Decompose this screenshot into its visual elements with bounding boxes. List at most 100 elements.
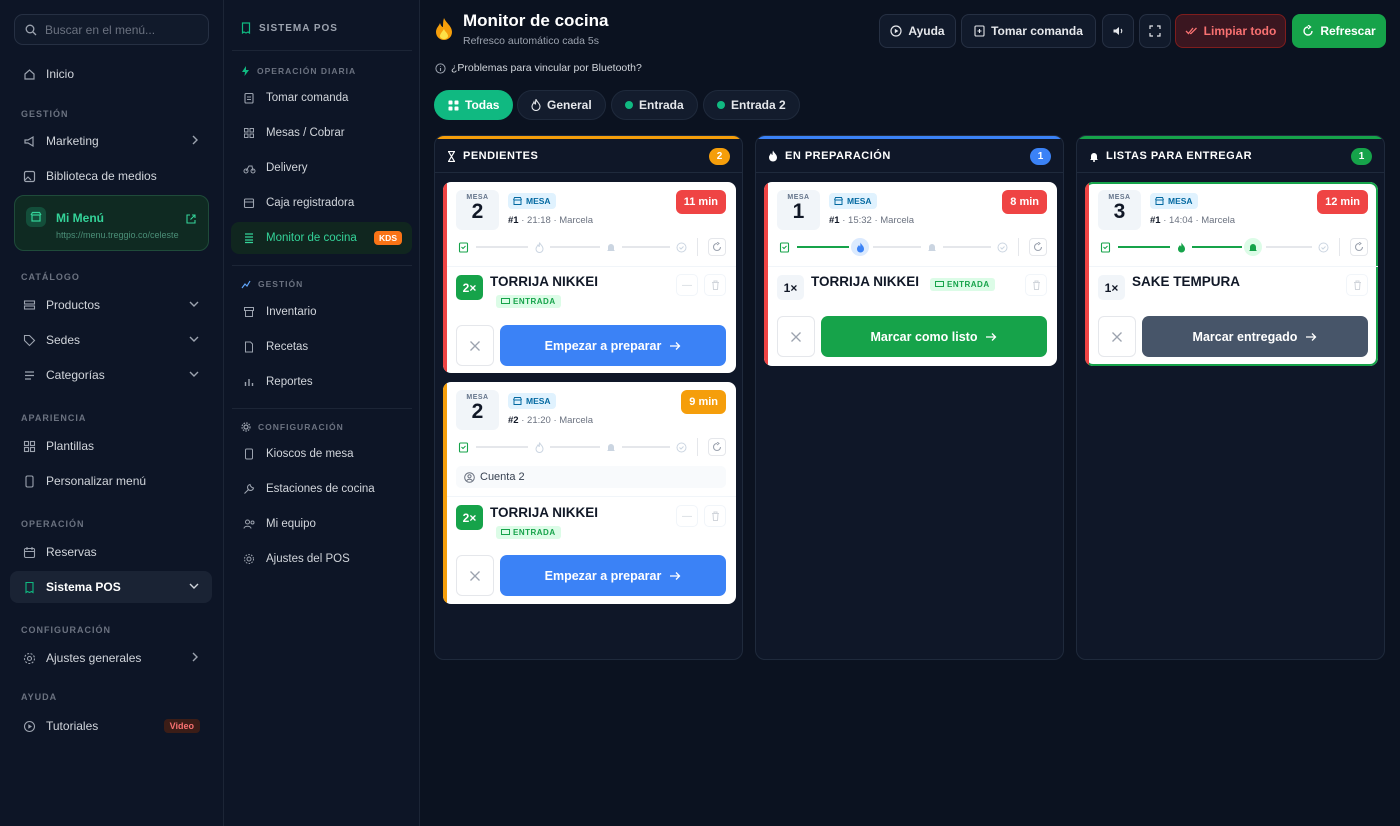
- filter-entrada-2[interactable]: Entrada 2: [703, 90, 800, 120]
- close-icon: [1112, 331, 1122, 342]
- store-icon: [834, 197, 843, 205]
- bar-chart-icon: [242, 376, 256, 388]
- pos-nav-estaciones[interactable]: Estaciones de cocina: [231, 473, 412, 505]
- mark-ready-button[interactable]: Marcar como listo: [821, 316, 1047, 357]
- pos-nav-inventario[interactable]: Inventario: [231, 296, 412, 328]
- start-preparing-button[interactable]: Empezar a preparar: [500, 555, 726, 596]
- mark-delivered-button[interactable]: Marcar entregado: [1142, 316, 1368, 357]
- start-preparing-button[interactable]: Empezar a preparar: [500, 325, 726, 366]
- kitchen-monitor: Monitor de cocina Refresco automático ca…: [420, 0, 1400, 826]
- monitor-icon: [501, 529, 510, 535]
- order-card[interactable]: MESA 2 MESA #1 · 21:18 · Marcela 11 min 2…: [443, 182, 736, 373]
- refresh-button[interactable]: Refrescar: [1292, 14, 1386, 48]
- chart-icon: [241, 280, 251, 288]
- sidebar-item-label: Productos: [46, 298, 101, 312]
- divider: [1018, 238, 1019, 256]
- cancel-button[interactable]: [1098, 316, 1136, 357]
- pos-nav-caja[interactable]: Caja registradora: [231, 187, 412, 219]
- sidebar-item-label: Ajustes generales: [46, 651, 142, 665]
- sidebar-item-ajustes-generales[interactable]: Ajustes generales: [10, 642, 212, 674]
- bluetooth-help-link[interactable]: ¿Problemas para vincular por Bluetooth?: [435, 62, 642, 74]
- pos-nav-monitor[interactable]: Monitor de cocina KDS: [231, 222, 412, 254]
- cancel-button[interactable]: [456, 555, 494, 596]
- fullscreen-button[interactable]: [1139, 14, 1171, 48]
- order-card[interactable]: MESA 2 MESA #2 · 21:20 · Marcela 9 min Cu…: [443, 382, 736, 604]
- list-icon: [22, 368, 36, 382]
- check-circle-icon: [1316, 240, 1330, 254]
- sidebar-item-plantillas[interactable]: Plantillas: [10, 430, 212, 462]
- section-configuracion-pos: CONFIGURACIÓN: [241, 422, 344, 432]
- order-card[interactable]: MESA 3 MESA #1 · 14:04 · Marcela 12 min 1…: [1085, 182, 1378, 366]
- station-dot: [717, 101, 725, 109]
- delete-button[interactable]: [1025, 274, 1047, 296]
- sound-button[interactable]: [1102, 14, 1134, 48]
- item-name: TORRIJA NIKKEI: [490, 505, 599, 520]
- users-icon: [242, 518, 256, 530]
- monitor-icon: [501, 298, 510, 304]
- take-order-button[interactable]: Tomar comanda: [961, 14, 1096, 48]
- filter-entrada[interactable]: Entrada: [611, 90, 698, 120]
- bike-icon: [242, 162, 256, 174]
- flame-icon: [434, 17, 454, 46]
- mi-menu-card[interactable]: Mi Menú https://menu.treggio.co/celeste: [14, 195, 209, 251]
- flame-icon: [769, 150, 777, 162]
- close-icon: [470, 340, 480, 351]
- sidebar-item-reservas[interactable]: Reservas: [10, 536, 212, 568]
- step-connector: [476, 446, 528, 448]
- document-icon: [242, 341, 256, 353]
- column-en-preparacion: EN PREPARACIÓN 1 MESA 1 MESA #1 · 15:32 ·…: [755, 135, 1064, 660]
- pos-nav-equipo[interactable]: Mi equipo: [231, 508, 412, 540]
- sidebar-item-biblioteca[interactable]: Biblioteca de medios: [10, 160, 212, 192]
- pos-nav-delivery[interactable]: Delivery: [231, 152, 412, 184]
- minus-button[interactable]: —: [676, 505, 698, 527]
- delete-button[interactable]: [704, 505, 726, 527]
- flame-icon: [532, 240, 546, 254]
- divider: [232, 50, 412, 51]
- station-chip: ENTRADA: [496, 295, 561, 308]
- order-type-badge: MESA: [1150, 193, 1198, 209]
- order-card[interactable]: MESA 1 MESA #1 · 15:32 · Marcela 8 min 1×…: [764, 182, 1057, 366]
- clear-all-button[interactable]: Limpiar todo: [1175, 14, 1286, 48]
- reset-button[interactable]: [1029, 238, 1047, 256]
- sidebar-item-categorias[interactable]: Categorías: [10, 359, 212, 391]
- sidebar-item-personalizar[interactable]: Personalizar menú: [10, 465, 212, 497]
- reset-button[interactable]: [708, 238, 726, 256]
- pos-nav-kioscos[interactable]: Kioscos de mesa: [231, 438, 412, 470]
- external-link-icon[interactable]: [186, 211, 196, 229]
- video-badge: Video: [163, 719, 200, 733]
- column-count: 1: [1351, 148, 1372, 165]
- pos-nav-ajustes[interactable]: Ajustes del POS: [231, 543, 412, 575]
- search-input[interactable]: [45, 22, 195, 37]
- elapsed-timer: 9 min: [681, 390, 726, 414]
- pos-nav-tomar-comanda[interactable]: Tomar comanda: [231, 82, 412, 114]
- help-button[interactable]: Ayuda: [879, 14, 956, 48]
- step-connector: [622, 246, 670, 248]
- minus-button[interactable]: —: [676, 274, 698, 296]
- sidebar-item-sedes[interactable]: Sedes: [10, 324, 212, 356]
- sidebar-item-sistema-pos[interactable]: Sistema POS: [10, 571, 212, 603]
- step-connector: [1192, 246, 1242, 248]
- pos-nav-recetas[interactable]: Recetas: [231, 331, 412, 363]
- reset-button[interactable]: [708, 438, 726, 456]
- mi-menu-url[interactable]: https://menu.treggio.co/celeste: [56, 230, 198, 240]
- delete-button[interactable]: [1346, 274, 1368, 296]
- sidebar-item-marketing[interactable]: Marketing: [10, 125, 212, 157]
- search-box[interactable]: [14, 14, 209, 45]
- sidebar-item-productos[interactable]: Productos: [10, 289, 212, 321]
- reset-button[interactable]: [1350, 238, 1368, 256]
- pos-nav-mesas[interactable]: Mesas / Cobrar: [231, 117, 412, 149]
- store-icon: [513, 397, 522, 405]
- table-number: MESA 2: [456, 190, 499, 230]
- sidebar-item-tutoriales[interactable]: Tutoriales Video: [10, 710, 212, 742]
- pos-nav-reportes[interactable]: Reportes: [231, 366, 412, 398]
- store-icon: [513, 197, 522, 205]
- filter-general[interactable]: General: [517, 90, 606, 120]
- cancel-button[interactable]: [777, 316, 815, 357]
- delete-button[interactable]: [704, 274, 726, 296]
- grid-icon: [242, 127, 256, 139]
- cancel-button[interactable]: [456, 325, 494, 366]
- arrow-right-icon: [1306, 332, 1317, 341]
- filter-todas[interactable]: Todas: [434, 90, 514, 120]
- sidebar-item-inicio[interactable]: Inicio: [10, 58, 212, 90]
- section-apariencia: APARIENCIA: [21, 413, 87, 423]
